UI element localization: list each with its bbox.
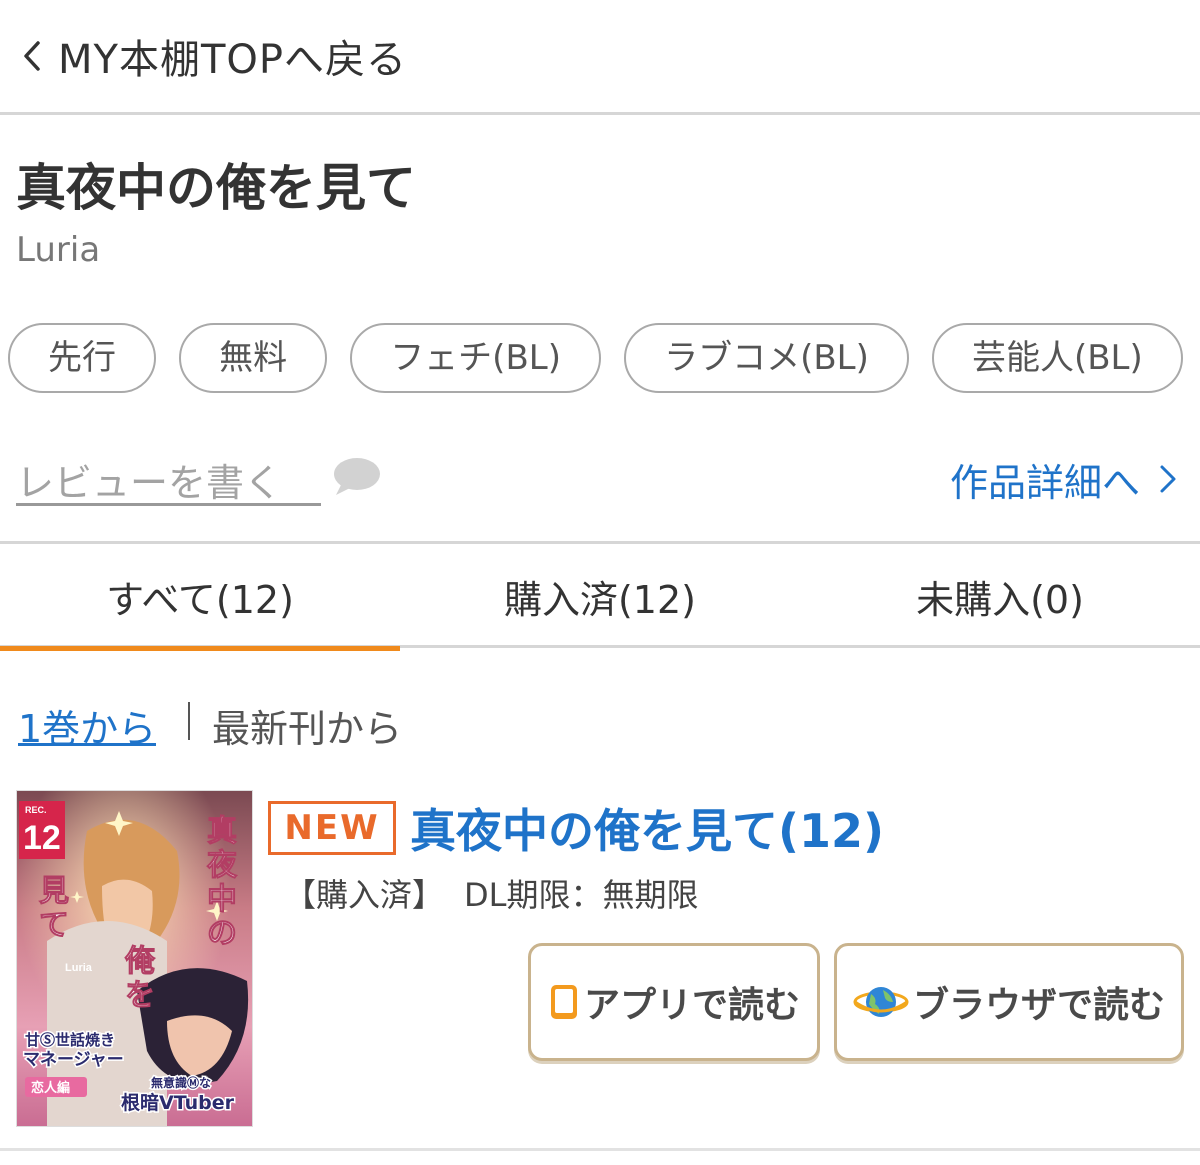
cover-title-char: 夜	[206, 848, 238, 883]
sort-from-first-volume[interactable]: 1巻から	[18, 698, 157, 751]
cover-title-char: を	[125, 978, 155, 1013]
cover-title-char: の	[207, 916, 237, 951]
sort-separator	[188, 702, 190, 740]
cover-blurb: 甘Ⓢ世話焼き	[25, 1031, 115, 1049]
purchase-filter-tabs: すべて(12) 購入済(12) 未購入(0)	[0, 544, 1200, 651]
read-in-app-label: アプリで読む	[583, 985, 800, 1026]
download-limit: DL期限：無期限	[464, 876, 699, 914]
book-cover[interactable]: REC. 12 真 夜 中 の 俺 を 見 て Luria 甘Ⓢ世話焼き マネー…	[16, 790, 253, 1127]
divider	[0, 1148, 1200, 1151]
chevron-left-icon	[12, 36, 52, 76]
read-in-app-button[interactable]: アプリで読む	[528, 943, 820, 1061]
book-title-link[interactable]: 真夜中の俺を見て(12)	[410, 795, 884, 861]
cover-blurb: 無意識Ⓜな	[151, 1075, 211, 1090]
cover-title-char: 見	[39, 874, 69, 909]
tab-purchased[interactable]: 購入済(12)	[400, 544, 800, 648]
back-to-bookshelf-link[interactable]: MY本棚TOPへ戻る	[0, 0, 1200, 115]
purchase-status-label: 【購入済】	[284, 876, 445, 914]
new-badge: NEW	[268, 801, 396, 855]
tag-chip[interactable]: ラブコメ(BL)	[624, 323, 909, 393]
read-in-browser-label: ブラウザで読む	[912, 985, 1165, 1026]
chevron-right-icon	[1156, 461, 1180, 497]
author-name: Luria	[16, 230, 101, 270]
series-title: 真夜中の俺を見て	[16, 159, 416, 217]
cover-blurb: 根暗VTuber	[121, 1091, 235, 1114]
read-in-browser-button[interactable]: ブラウザで読む	[834, 943, 1184, 1061]
write-review-link[interactable]: レビューを書く	[16, 452, 321, 506]
work-detail-link[interactable]: 作品詳細へ	[950, 452, 1180, 506]
cover-volume-number: 12	[23, 819, 61, 857]
tag-chip[interactable]: 無料	[179, 323, 328, 393]
tag-chip[interactable]: 芸能人(BL)	[931, 323, 1183, 393]
cover-author: Luria	[65, 962, 93, 974]
cover-title-char: 中	[207, 882, 237, 917]
speech-bubble-icon[interactable]	[330, 455, 382, 499]
tab-not-purchased[interactable]: 未購入(0)	[800, 544, 1200, 648]
purchase-status: 【購入済】 DL期限：無期限	[284, 870, 699, 916]
cover-title-char: て	[39, 908, 69, 943]
work-detail-label: 作品詳細へ	[949, 460, 1140, 505]
cover-blurb: 恋人編	[31, 1080, 70, 1096]
sort-from-latest-volume[interactable]: 最新刊から	[212, 698, 402, 753]
tag-list: 先行 無料 フェチ(BL) ラブコメ(BL) 芸能人(BL)	[8, 323, 1200, 395]
smartphone-icon	[548, 983, 580, 1021]
tab-all[interactable]: すべて(12)	[0, 544, 400, 651]
cover-blurb: マネージャー	[23, 1050, 124, 1070]
series-page: MY本棚TOPへ戻る 真夜中の俺を見て Luria 先行 無料 フェチ(BL) …	[0, 0, 1200, 1165]
back-label: MY本棚TOPへ戻る	[58, 37, 407, 83]
cover-title-char: 真	[207, 814, 237, 849]
tag-chip[interactable]: 先行	[8, 323, 156, 393]
globe-icon	[853, 980, 909, 1024]
cover-volume-prefix: REC.	[25, 805, 47, 815]
cover-title-char: 俺	[124, 944, 156, 979]
tag-chip[interactable]: フェチ(BL)	[350, 323, 601, 393]
